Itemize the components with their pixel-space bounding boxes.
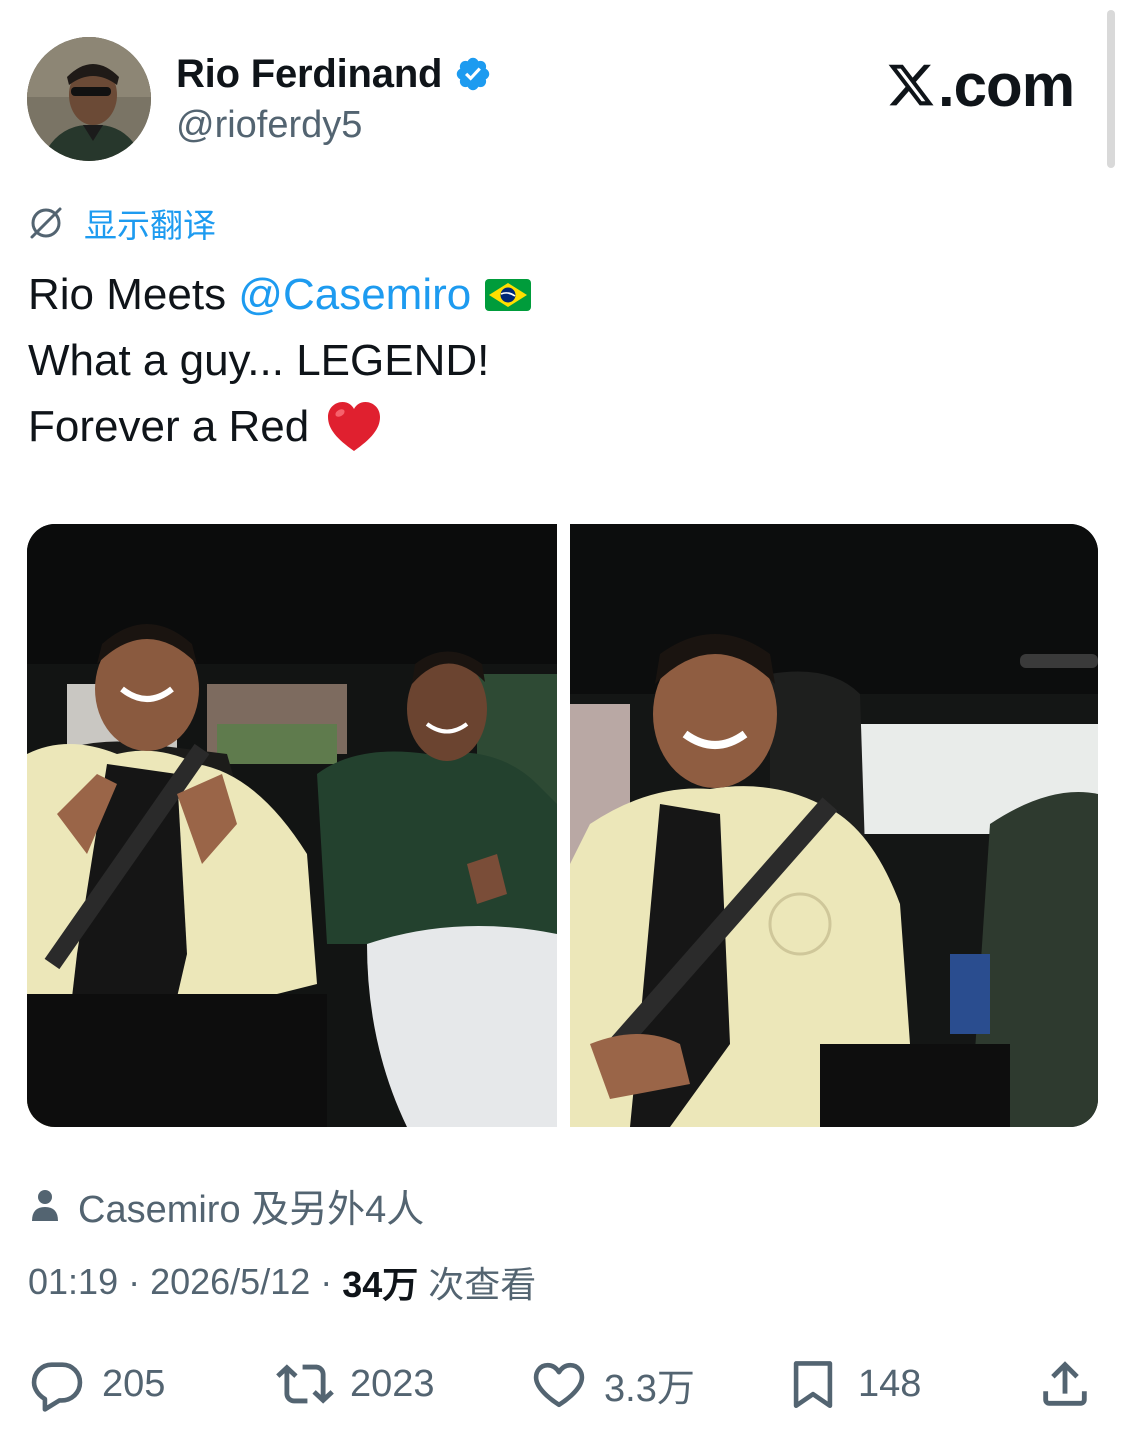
tweet-time[interactable]: 01:19 — [28, 1261, 118, 1303]
photo-casemiro-and-rio-in-car[interactable] — [27, 524, 557, 1127]
show-translation-link[interactable]: 显示翻译 — [26, 200, 216, 246]
media-grid — [27, 524, 1098, 1127]
tweet-date[interactable]: 2026/5/12 — [150, 1261, 310, 1303]
tweet-line-1: Rio Meets @Casemiro — [28, 262, 1098, 328]
meta-separator-2: · — [310, 1261, 343, 1302]
tweet-text-line-3: Forever a Red — [28, 402, 310, 451]
share-button[interactable] — [1036, 1346, 1094, 1422]
author-display-name[interactable]: Rio Ferdinand — [176, 52, 442, 97]
red-heart-icon — [328, 402, 381, 451]
tweet-actions: 205 2023 3.3万 148 — [0, 1346, 1125, 1422]
verified-badge-icon — [457, 57, 490, 91]
brazil-flag-icon — [485, 279, 532, 311]
retweet-count: 2023 — [350, 1362, 435, 1405]
author-name-row: Rio Ferdinand — [176, 50, 492, 98]
author-handle[interactable]: @rioferdy5 — [176, 104, 362, 147]
x-logo-icon — [888, 64, 934, 106]
retweet-button[interactable]: 2023 — [276, 1346, 435, 1422]
tweet-text-prefix: Rio Meets — [28, 270, 239, 319]
reply-count: 205 — [102, 1362, 166, 1405]
tagged-people-link[interactable]: Casemiro 及另外4人 — [30, 1180, 425, 1231]
views-count: 34万 — [342, 1264, 419, 1305]
tweet-meta: 01:19 · 2026/5/12 · 34万 次查看 — [28, 1258, 536, 1306]
x-logo-domain: .com — [938, 51, 1075, 119]
bookmark-count: 148 — [858, 1362, 922, 1405]
like-count: 3.3万 — [604, 1367, 695, 1410]
retweet-icon — [276, 1364, 334, 1404]
share-icon — [1043, 1361, 1087, 1406]
tweet-line-3: Forever a Red — [28, 394, 1098, 460]
views-label: 次查看 — [418, 1264, 537, 1305]
reply-icon — [31, 1362, 83, 1412]
reply-button[interactable]: 205 — [28, 1346, 165, 1422]
tweet-body: Rio Meets @Casemiro What a guy... LEGEND… — [28, 262, 1098, 460]
mention-link[interactable]: @Casemiro — [238, 262, 471, 328]
tweet-line-2: What a guy... LEGEND! — [28, 336, 490, 385]
meta-separator: · — [118, 1261, 151, 1302]
tweet-header: Rio Ferdinand @rioferdy5 .com — [0, 0, 1125, 175]
bookmark-icon — [793, 1361, 833, 1409]
show-translation-label: 显示翻译 — [84, 207, 216, 244]
photo-casemiro-smiling-in-car[interactable] — [570, 524, 1098, 1127]
tagged-people-text: Casemiro 及另外4人 — [78, 1188, 425, 1231]
x-com-logo: .com — [886, 51, 1075, 119]
author-avatar[interactable] — [27, 37, 151, 161]
like-button[interactable]: 3.3万 — [530, 1346, 695, 1422]
heart-icon — [533, 1362, 585, 1408]
person-icon — [32, 1190, 58, 1221]
bookmark-button[interactable]: 148 — [784, 1346, 921, 1422]
translate-globe-icon — [30, 207, 62, 239]
